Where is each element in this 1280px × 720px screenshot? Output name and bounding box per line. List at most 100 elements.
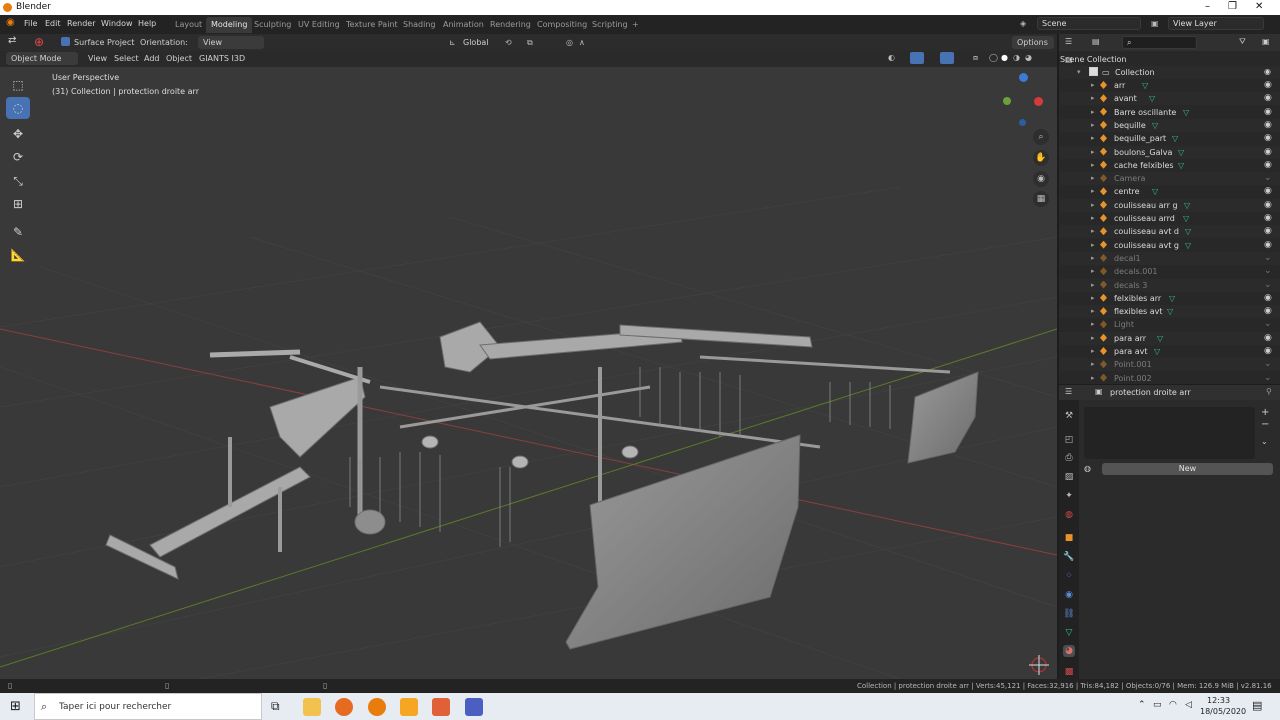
visibility-eye-icon[interactable]: ◉: [1264, 293, 1272, 303]
particles-tab-icon[interactable]: ⁘: [1063, 570, 1075, 582]
3d-viewport[interactable]: User Perspective (31) Collection | prote…: [0, 67, 1057, 679]
clock-date[interactable]: 18/05/2020: [1200, 707, 1246, 716]
constraints-tab-icon[interactable]: ⛓: [1063, 608, 1075, 620]
mesh-data-icon[interactable]: ▽: [1178, 148, 1184, 157]
expand-icon[interactable]: ▸: [1091, 294, 1095, 302]
mesh-data-icon[interactable]: ▽: [1142, 81, 1148, 90]
clock-time[interactable]: 12:33: [1207, 696, 1230, 705]
outliner-item[interactable]: ▸ centre ▽ ◉: [1059, 185, 1280, 198]
hidden-eye-icon[interactable]: ⌄: [1264, 173, 1272, 183]
outliner-item[interactable]: ▸ coulisseau avt g ▽ ◉: [1059, 239, 1280, 252]
minimize-button[interactable]: –: [1205, 1, 1210, 12]
visibility-eye-icon[interactable]: ◉: [1264, 80, 1272, 90]
expand-icon[interactable]: ▸: [1091, 254, 1095, 262]
cursor-tool-button[interactable]: ◌: [6, 97, 30, 119]
proportional-edit-icon[interactable]: ◎: [566, 38, 573, 47]
wireframe-shading-icon[interactable]: ◯: [989, 53, 998, 62]
outliner-item[interactable]: ▸ coulisseau arrd ▽ ◉: [1059, 212, 1280, 225]
visibility-eye-icon[interactable]: ◉: [1264, 240, 1272, 250]
expand-icon[interactable]: ▸: [1091, 201, 1095, 209]
world-tab-icon[interactable]: ◍: [1063, 509, 1075, 521]
tab-scripting[interactable]: Scripting: [587, 17, 633, 33]
expand-icon[interactable]: ▸: [1091, 347, 1095, 355]
outliner-item[interactable]: ▸ cache felxibles ▽ ◉: [1059, 159, 1280, 172]
task-view-icon[interactable]: ⧉: [271, 699, 280, 714]
app-taskbar-icon[interactable]: [400, 698, 418, 716]
blender-taskbar-icon[interactable]: [368, 698, 386, 716]
tab-texture-paint[interactable]: Texture Paint: [341, 17, 403, 33]
outliner-item[interactable]: ▸ para arr ▽ ◉: [1059, 331, 1280, 345]
output-tab-icon[interactable]: ⎙: [1063, 452, 1075, 464]
rotate-icon[interactable]: ⟳: [6, 146, 30, 168]
expand-icon[interactable]: ▸: [1091, 174, 1095, 182]
object-tab-icon[interactable]: ■: [1063, 532, 1075, 544]
cursor-tool-icon[interactable]: ⊕: [34, 35, 44, 49]
collection-row[interactable]: ▾ ▭ Collection ◉: [1059, 66, 1280, 79]
menu-view[interactable]: View: [88, 54, 107, 63]
outliner-item[interactable]: ▸ felxibles arr ▽ ◉: [1059, 292, 1280, 305]
hidden-eye-icon[interactable]: ⌄: [1264, 373, 1272, 383]
expand-icon[interactable]: ▸: [1091, 148, 1095, 156]
surface-project-checkbox[interactable]: [61, 37, 70, 46]
taskbar-search-box[interactable]: ⌕ Taper ici pour rechercher: [34, 693, 262, 720]
visibility-icon[interactable]: ◐: [888, 53, 895, 62]
tab-modeling[interactable]: Modeling: [206, 17, 253, 33]
mesh-data-icon[interactable]: ▽: [1172, 134, 1178, 143]
collection-visibility-eye-icon[interactable]: ◉: [1264, 67, 1271, 76]
outliner-item[interactable]: ▸ decal1 ⌄: [1059, 251, 1280, 265]
options-dropdown[interactable]: Options: [1012, 36, 1054, 49]
new-collection-icon[interactable]: ▣: [1262, 37, 1270, 46]
data-tab-icon[interactable]: ▽: [1063, 627, 1075, 639]
editor-type-icon[interactable]: ☰: [1065, 37, 1072, 46]
material-tab-icon[interactable]: ◕: [1063, 645, 1075, 657]
zoom-icon[interactable]: ⌕: [1033, 129, 1049, 145]
expand-icon[interactable]: ▸: [1091, 214, 1095, 222]
visibility-eye-icon[interactable]: ◉: [1264, 226, 1272, 236]
visibility-eye-icon[interactable]: ◉: [1264, 93, 1272, 103]
view-layer-selector[interactable]: View Layer: [1168, 17, 1264, 30]
outliner-item[interactable]: ▸ Point.001 ⌄: [1059, 358, 1280, 372]
z-axis-icon[interactable]: [1019, 73, 1028, 82]
visibility-eye-icon[interactable]: ◉: [1264, 133, 1272, 143]
close-button[interactable]: ✕: [1255, 1, 1263, 12]
menu-file[interactable]: File: [24, 19, 37, 28]
outliner-item[interactable]: ▸ coulisseau avt d ▽ ◉: [1059, 225, 1280, 239]
tab-shading[interactable]: Shading: [398, 17, 441, 33]
hidden-eye-icon[interactable]: ⌄: [1264, 359, 1272, 369]
y-axis-icon[interactable]: [1003, 97, 1011, 105]
tab-animation[interactable]: Animation: [438, 17, 489, 33]
hidden-eye-icon[interactable]: ⌄: [1264, 253, 1272, 263]
file-explorer-icon[interactable]: [303, 698, 321, 716]
tab-layout[interactable]: Layout: [170, 17, 207, 33]
visibility-eye-icon[interactable]: ◉: [1264, 147, 1272, 157]
expand-icon[interactable]: ▸: [1091, 320, 1095, 328]
network-icon[interactable]: ▭: [1153, 700, 1162, 710]
physics-tab-icon[interactable]: ◉: [1063, 589, 1075, 601]
menu-window[interactable]: Window: [101, 19, 133, 28]
mesh-data-icon[interactable]: ▽: [1169, 294, 1175, 303]
view-layer-tab-icon[interactable]: ▨: [1063, 471, 1075, 483]
visibility-eye-icon[interactable]: ◉: [1264, 107, 1272, 117]
transform-icon[interactable]: ⊞: [6, 193, 30, 215]
menu-object[interactable]: Object: [166, 54, 192, 63]
volume-icon[interactable]: ◁: [1185, 700, 1192, 710]
expand-icon[interactable]: ▸: [1091, 374, 1095, 382]
tool-tab-icon[interactable]: ⚒: [1063, 410, 1075, 422]
app-active-taskbar-icon[interactable]: [432, 698, 450, 716]
visibility-eye-icon[interactable]: ◉: [1264, 120, 1272, 130]
navigation-gizmo[interactable]: [1003, 73, 1048, 126]
scene-collection-row[interactable]: ▤ Scene Collection: [1059, 53, 1280, 66]
tab-sculpting[interactable]: Sculpting: [249, 17, 296, 33]
expand-icon[interactable]: ▸: [1091, 121, 1095, 129]
modifier-tab-icon[interactable]: 🔧: [1063, 551, 1075, 563]
menu-render[interactable]: Render: [67, 19, 95, 28]
visibility-eye-icon[interactable]: ◉: [1264, 306, 1272, 316]
mesh-data-icon[interactable]: ▽: [1184, 201, 1190, 210]
tab-compositing[interactable]: Compositing: [532, 17, 592, 33]
filter-icon[interactable]: ⛛: [1239, 37, 1246, 47]
outliner-item[interactable]: ▸ bequille_part ▽ ◉: [1059, 132, 1280, 145]
visibility-eye-icon[interactable]: ◉: [1264, 200, 1272, 210]
pin-icon[interactable]: ⚲: [1266, 387, 1272, 396]
visibility-eye-icon[interactable]: ◉: [1264, 160, 1272, 170]
menu-add[interactable]: Add: [144, 54, 160, 63]
